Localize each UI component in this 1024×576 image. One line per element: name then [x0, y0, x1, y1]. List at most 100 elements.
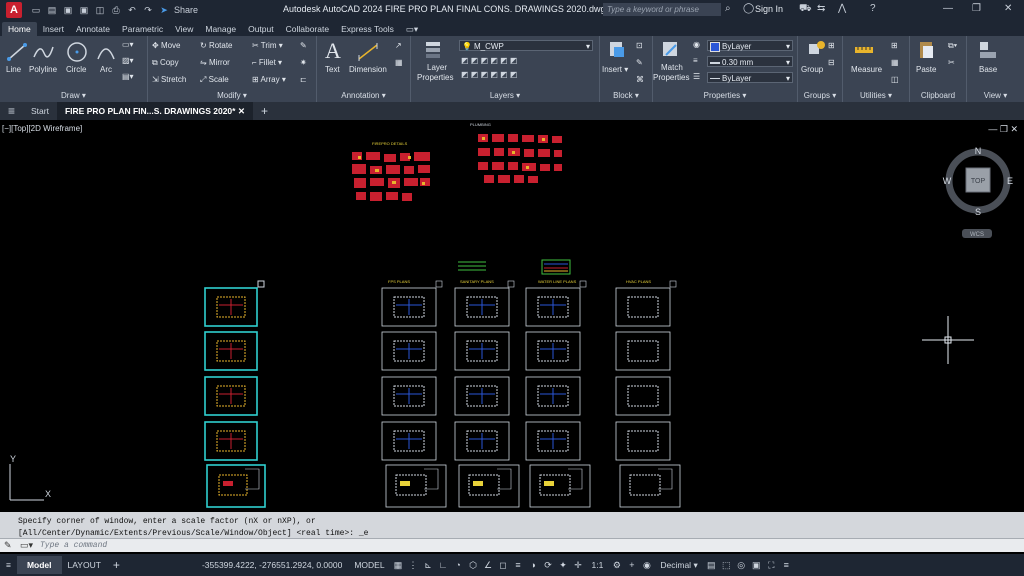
text-button[interactable]: Text — [325, 65, 340, 74]
recent-commands-icon[interactable]: ▭▾ — [20, 540, 33, 551]
tab-manage[interactable]: Manage — [199, 22, 242, 36]
web-icon[interactable]: ◫ — [94, 5, 106, 15]
selection-cycling-icon[interactable]: ⟳ — [543, 560, 554, 571]
tab-home[interactable]: Home — [2, 22, 37, 36]
draw-panel-title[interactable]: Draw ▾ — [0, 91, 147, 100]
lineweight-icon[interactable]: ≡ — [693, 56, 698, 65]
copy-button[interactable]: ⧉ Copy — [152, 58, 179, 68]
view-panel-title[interactable]: View ▾ — [967, 91, 1024, 100]
grid-icon[interactable]: ▦ — [393, 560, 404, 571]
edit-block-icon[interactable]: ✎ — [636, 58, 643, 67]
model-space-toggle[interactable]: MODEL — [348, 560, 390, 570]
layer-properties-icon[interactable] — [423, 39, 445, 61]
tab-annotate[interactable]: Annotate — [70, 22, 116, 36]
quick-select-icon[interactable]: ⊞ — [891, 41, 898, 50]
measure-icon[interactable] — [853, 39, 875, 61]
app-menu-icon[interactable]: ≡ — [0, 102, 23, 120]
restore-icon[interactable]: ❐ — [972, 3, 981, 14]
layer-tools-icon[interactable]: ◩ ◩ ◩ ◩ ◩ ◩ — [461, 56, 517, 65]
attribute-icon[interactable]: ⌘ — [636, 75, 644, 84]
arc-button[interactable]: Arc — [100, 65, 112, 74]
search-icon[interactable]: ⌕ — [725, 3, 731, 14]
circle-button[interactable]: Circle — [66, 65, 86, 74]
ungroup-icon[interactable]: ⊞ — [828, 41, 835, 50]
minimize-icon[interactable]: — — [943, 3, 953, 14]
base-view-icon[interactable] — [977, 39, 999, 61]
ribbon-options-icon[interactable]: ▭▾ — [400, 22, 424, 36]
units-dropdown[interactable]: Decimal ▾ — [654, 560, 703, 571]
transparency-icon[interactable]: ◑ — [528, 560, 539, 571]
tab-express-tools[interactable]: Express Tools — [335, 22, 400, 36]
annotation-scale[interactable]: 1:1 — [586, 560, 610, 570]
gradient-icon[interactable]: ▤▾ — [122, 72, 134, 81]
match-properties-label-2[interactable]: Properties — [653, 73, 689, 82]
tab-parametric[interactable]: Parametric — [116, 22, 169, 36]
help-icon[interactable]: ? — [870, 3, 876, 14]
polar-icon[interactable]: ◔ — [453, 560, 464, 571]
linetype-icon[interactable]: ☰ — [693, 72, 700, 81]
id-point-icon[interactable]: ◫ — [891, 75, 899, 84]
tab-model[interactable]: Model — [16, 556, 62, 574]
tab-view[interactable]: View — [169, 22, 199, 36]
redo-icon[interactable]: ↷ — [142, 5, 154, 15]
text-icon[interactable]: A — [325, 38, 341, 64]
user-icon[interactable]: ◯ — [743, 3, 754, 14]
transfer-icon[interactable]: ⇆ — [817, 3, 825, 14]
annotation-panel-title[interactable]: Annotation ▾ — [317, 91, 410, 100]
polyline-icon[interactable] — [32, 41, 54, 63]
add-layout-icon[interactable]: + — [107, 558, 126, 572]
connect-icon[interactable]: ⋀ — [838, 3, 846, 14]
dimension-icon[interactable] — [357, 41, 379, 63]
group-icon[interactable] — [806, 39, 828, 61]
layer-properties-label-1[interactable]: Layer — [427, 63, 447, 72]
snap-icon[interactable]: ⋮ — [408, 560, 419, 571]
layer-properties-label-2[interactable]: Properties — [417, 73, 453, 82]
measure-button[interactable]: Measure — [851, 65, 882, 74]
sign-in-button[interactable]: Sign In — [755, 4, 783, 14]
lineweight-toggle-icon[interactable]: ≡ — [513, 560, 524, 571]
save-icon[interactable]: ▣ — [62, 5, 74, 15]
trim-button[interactable]: ✂ Trim ▾ — [252, 41, 283, 50]
clean-screen-icon[interactable]: ⛶ — [766, 560, 777, 571]
insert-button[interactable]: Insert ▾ — [602, 65, 628, 74]
cart-icon[interactable]: ⛟ — [799, 3, 812, 16]
match-properties-label-1[interactable]: Match — [661, 63, 683, 72]
tab-output[interactable]: Output — [242, 22, 280, 36]
leader-icon[interactable]: ↗ — [395, 41, 402, 50]
isolate-icon[interactable]: ◎ — [736, 560, 747, 571]
line-button[interactable]: Line — [6, 65, 21, 74]
hatch-icon[interactable]: ▨▾ — [122, 56, 134, 65]
dimension-button[interactable]: Dimension — [349, 65, 387, 74]
quick-properties-icon[interactable]: ▤ — [706, 560, 717, 571]
create-block-icon[interactable]: ⊡ — [636, 41, 643, 50]
layer-states-icon[interactable]: ◩ ◩ ◩ ◩ ◩ ◩ — [461, 70, 517, 79]
circle-icon[interactable] — [66, 41, 88, 63]
array-button[interactable]: ⊞ Array ▾ — [252, 75, 286, 84]
coordinates-readout[interactable]: -355399.4222, -276551.2924, 0.0000 — [196, 560, 348, 570]
ucs-toggle-icon[interactable]: ✛ — [573, 560, 584, 571]
stretch-button[interactable]: ⇲ Stretch — [152, 75, 186, 84]
command-input[interactable]: ✎ ▭▾ Type a command — [0, 538, 1024, 552]
ortho-icon[interactable]: ∟ — [438, 560, 449, 571]
workspace-icon[interactable]: ◉ — [641, 560, 652, 571]
scale-button[interactable]: ⤢ Scale — [200, 75, 229, 85]
explode-icon[interactable]: ✷ — [300, 58, 307, 67]
calculator-icon[interactable]: ▦ — [891, 58, 899, 67]
rectangle-icon[interactable]: ▭▾ — [122, 40, 134, 49]
copy-clip-icon[interactable]: ⧉▾ — [948, 41, 957, 51]
mirror-button[interactable]: ⇋ Mirror — [200, 58, 230, 67]
modify-panel-title[interactable]: Modify ▾ — [148, 91, 316, 100]
move-button[interactable]: ✥ Move — [152, 41, 181, 50]
group-button[interactable]: Group — [801, 65, 823, 74]
tab-start[interactable]: Start — [23, 102, 57, 120]
hardware-accel-icon[interactable]: ▣ — [751, 560, 762, 571]
offset-icon[interactable]: ⊏ — [300, 75, 307, 84]
add-scale-icon[interactable]: + — [626, 560, 637, 571]
open-icon[interactable]: ▤ — [46, 5, 58, 15]
cut-icon[interactable]: ✂ — [948, 58, 955, 67]
tab-active-drawing[interactable]: FIRE PRO PLAN FIN...S. DRAWINGS 2020* ✕ — [56, 102, 253, 120]
lock-ui-icon[interactable]: ⬚ — [721, 560, 732, 571]
arc-icon[interactable] — [95, 41, 117, 63]
insert-icon[interactable] — [606, 39, 628, 61]
tab-insert[interactable]: Insert — [37, 22, 70, 36]
